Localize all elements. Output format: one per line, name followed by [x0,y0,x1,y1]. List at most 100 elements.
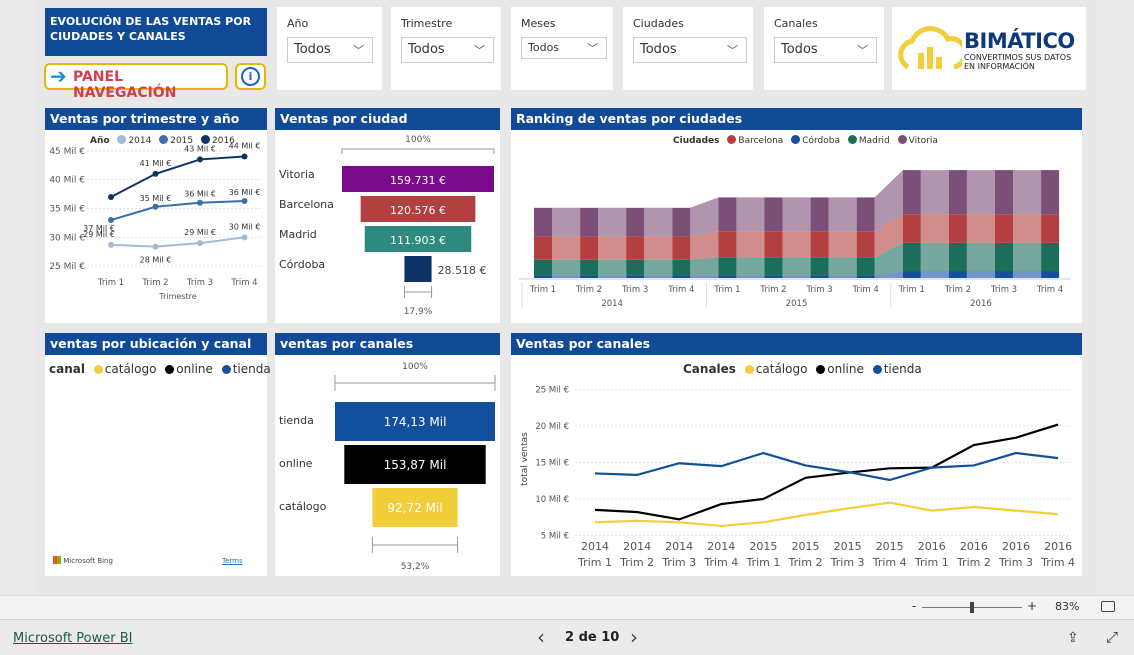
visual-title: Ventas por trimestre y año [45,108,267,130]
visual-title: Ventas por ciudad [275,108,500,130]
ribbon-chart[interactable]: Trim 1 Trim 2 Trim 3 Trim 4 Trim 1 Trim 2 Trim… [511,130,1082,323]
x-tick-label: 2015 [749,540,777,553]
terms-link[interactable]: Terms [222,557,243,565]
next-page-button[interactable]: › [630,625,638,649]
cloud-bars-icon [898,26,962,70]
ribbon-Barcelona [552,236,581,260]
share-icon[interactable]: ⇪ [1067,630,1079,646]
logo-tagline-1: CONVERTIMOS SUS DATOS [964,53,1072,62]
ribbon-bar-Barcelona [810,231,829,258]
x-tick-label: Trim 2 [788,556,823,569]
ribbon-bar-Madrid [534,259,552,276]
x-tick-label: 2015 [834,540,862,553]
slicer-canales[interactable]: Canales Todos ﹀ [764,7,884,90]
data-label: 37 Mil € [83,224,115,233]
data-label: 159.731 € [390,174,446,187]
chevron-down-icon: ﹀ [474,44,485,57]
bottom-percent: 17,9% [404,307,433,317]
x-tick-label: Trim 1 [914,556,949,569]
data-label: 92,72 Mil [387,501,442,515]
series-line-2015 [110,199,245,222]
ribbon-bar-Madrid [672,259,691,276]
visual-ventas-canales-funnel[interactable]: ventas por canales 100% tienda 174,13 Mil o… [275,333,500,576]
info-button[interactable]: i [235,63,266,90]
ribbon-bar-Barcelona [902,214,921,243]
visual-title: ventas por canales [275,333,500,355]
ribbon-bar-Madrid [810,257,829,276]
line-chart[interactable]: 25 Mil € 30 Mil € 35 Mil € 40 Mil € 45 Mil €… [45,133,267,323]
ribbon-bar-Vitoria [902,170,921,215]
x-tick-label: Trim 2 [759,285,786,295]
ribbon-Barcelona [736,231,765,258]
ribbon-Madrid [782,257,811,276]
line-chart[interactable]: 5 Mil € 10 Mil € 15 Mil € 20 Mil € 25 Mil € t… [511,355,1082,576]
series-line-catálogo [594,501,1059,528]
data-label: 111.903 € [390,234,446,247]
data-point [152,170,159,177]
ribbon-bar-Madrid [948,242,967,272]
x-tick-label: Trim 1 [529,285,556,295]
visual-ranking-ciudades[interactable]: Ranking de ventas por ciudades Ciudades … [511,108,1082,323]
zoom-in-button[interactable]: + [1027,599,1037,613]
ribbon-Barcelona [644,236,673,260]
slicer-value: Todos [408,42,445,57]
prev-page-button[interactable]: ‹ [537,625,545,649]
x-tick-label: Trim 4 [852,285,879,295]
data-point [241,197,248,204]
slicer-value: Todos [640,42,677,57]
slicer-dropdown[interactable]: Todos ﹀ [774,37,877,63]
slicer-label: Trimestre [401,17,453,30]
slicer-dropdown[interactable]: Todos ﹀ [401,37,494,63]
slicer-label: Canales [774,17,818,30]
visual-ventas-trimestre[interactable]: Ventas por trimestre y año Año 2014 2015… [45,108,267,323]
slicer-dropdown[interactable]: Todos ﹀ [633,37,747,63]
y-tick-label: 15 Mil € [535,459,569,469]
slicer-meses[interactable]: Meses Todos ﹀ [511,7,613,90]
visual-ventas-ciudad[interactable]: Ventas por ciudad 100% Vitoria 159.731 € Ba… [275,108,500,323]
power-bi-link[interactable]: Microsoft Power BI [13,631,132,646]
footer-bar: Microsoft Power BI ‹ 2 de 10 › ⇪ ⤢ [0,619,1134,655]
funnel-chart[interactable]: 100% Vitoria 159.731 € Barcelona 120.576 € Ma… [275,130,500,323]
ribbon-bar-Madrid [580,259,599,276]
bottom-bracket [403,286,433,298]
x-tick-label: Trim 1 [577,556,612,569]
funnel-chart[interactable]: 100% tienda 174,13 Mil online 153,87 Mil catá… [275,355,500,576]
chevron-down-icon: ﹀ [857,44,868,57]
ribbon-Córdoba [920,271,949,278]
slicer-ano[interactable]: Año Todos ﹀ [277,7,382,90]
series-line-online [594,423,1059,521]
slicer-value: Todos [294,42,331,57]
slicer-trimestre[interactable]: Trimestre Todos ﹀ [391,7,501,90]
slicer-ciudades[interactable]: Ciudades Todos ﹀ [623,7,753,90]
visual-ventas-canales-line[interactable]: Ventas por canales Canales catálogo onli… [511,333,1082,576]
category-label: Barcelona [279,198,334,211]
slicer-dropdown[interactable]: Todos ﹀ [521,37,607,59]
top-percent: 100% [402,362,428,372]
x-tick-label: Trim 4 [703,556,738,569]
bottom-percent: 53,2% [401,562,430,572]
data-point [241,153,248,160]
ribbon-Madrid [690,257,719,276]
top-percent: 100% [405,135,431,145]
ribbon-bar-Córdoba [902,271,921,278]
slicer-dropdown[interactable]: Todos ﹀ [287,37,373,63]
fit-page-icon[interactable] [1101,601,1115,612]
ribbon-Barcelona [1013,214,1042,243]
data-point [197,199,203,206]
zoom-slider-handle[interactable] [970,602,974,613]
ribbon-Barcelona [966,214,995,243]
visual-ubicacion-canal[interactable]: ventas por ubicación y canal canal catál… [45,333,271,576]
fullscreen-icon[interactable]: ⤢ [1106,628,1118,646]
ribbon-bar-Vitoria [534,207,552,237]
ribbon-Madrid [966,242,995,272]
slicer-label: Año [287,17,309,30]
panel-navigation-button[interactable]: ➔ PANEL NAVEGACIÓN [44,63,228,101]
y-tick-label: 40 Mil € [49,176,85,186]
data-label: 36 Mil € [184,190,216,199]
ribbon-Barcelona [828,231,857,258]
ribbon-bar-Córdoba [672,275,691,278]
zoom-out-button[interactable]: - [912,599,916,613]
ribbon-bar-Córdoba [995,271,1013,278]
bing-label: Microsoft Bing [63,557,113,565]
report-canvas: EVOLUCIÓN DE LAS VENTAS POR CIUDADES Y C… [38,0,1096,595]
